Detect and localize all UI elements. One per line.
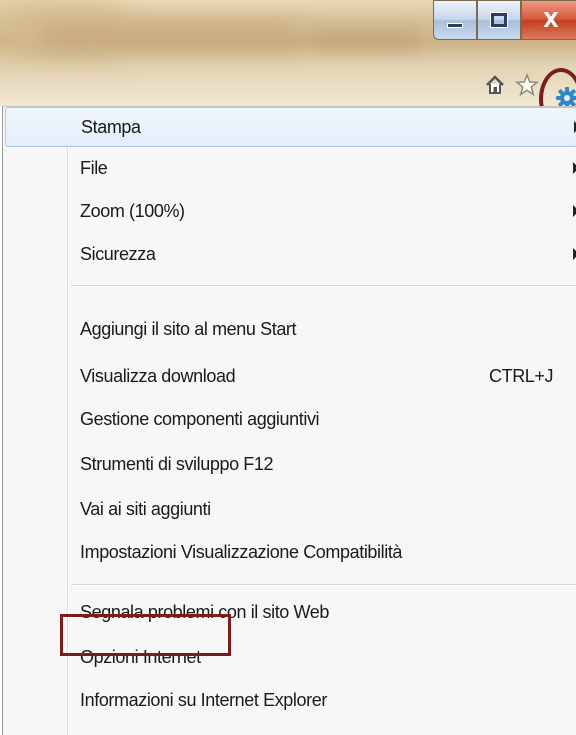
maximize-icon [491,13,507,27]
maximize-button[interactable] [477,0,521,40]
menu-item-label: Vai ai siti aggiunti [80,498,211,519]
menu-item-stampa[interactable]: Stampa [5,107,576,147]
menu-item-label: Sicurezza [80,243,156,264]
menu-item-label: Gestione componenti aggiuntivi [80,408,320,429]
close-button[interactable]: X [521,0,576,40]
minimize-button[interactable] [433,0,477,40]
star-icon[interactable] [514,72,540,98]
menu-item-view-downloads[interactable]: Visualizza download CTRL+J [5,356,576,396]
menu-item-label: Informazioni su Internet Explorer [80,689,327,710]
menu-item-dev-tools[interactable]: Strumenti di sviluppo F12 [5,444,576,484]
menu-item-add-to-start[interactable]: Aggiungi il sito al menu Start [5,309,576,349]
close-icon: X [543,8,559,32]
home-icon[interactable] [482,72,508,98]
menu-item-sicurezza[interactable]: Sicurezza [5,234,576,274]
title-bar: X [0,0,576,106]
tools-button[interactable] [539,68,576,106]
menu-item-shortcut: CTRL+J [489,365,554,386]
window-controls: X [433,0,576,40]
minimize-icon [447,22,463,28]
menu-item-label: Zoom (100%) [80,200,185,221]
highlight-box [60,614,231,656]
menu-separator [71,584,576,586]
menu-item-file[interactable]: File [5,148,576,188]
menu-item-label: Impostazioni Visualizzazione Compatibili… [80,541,403,562]
menu-item-compat-view[interactable]: Impostazioni Visualizzazione Compatibili… [5,532,576,572]
menu-item-label: File [80,157,108,178]
menu-item-manage-addons[interactable]: Gestione componenti aggiuntivi [5,399,576,439]
gear-icon [556,87,576,106]
menu-separator [71,285,576,287]
menu-item-label: Aggiungi il sito al menu Start [80,318,297,339]
menu-item-label: Strumenti di sviluppo F12 [80,453,274,474]
menu-item-about-ie[interactable]: Informazioni su Internet Explorer [5,680,576,720]
menu-item-label: Visualizza download [80,365,236,386]
menu-item-pinned-sites[interactable]: Vai ai siti aggiunti [5,489,576,529]
menu-item-zoom[interactable]: Zoom (100%) [5,191,576,231]
command-bar [482,72,540,98]
menu-item-label: Stampa [81,116,141,137]
